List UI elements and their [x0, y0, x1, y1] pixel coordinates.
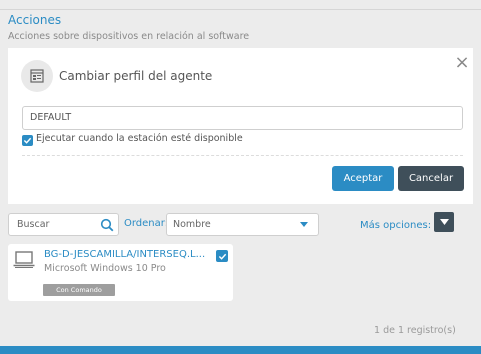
- search-icon[interactable]: [100, 218, 114, 232]
- more-options-button[interactable]: [434, 212, 454, 232]
- caret-down-icon: [439, 219, 449, 225]
- accept-button[interactable]: Aceptar: [332, 166, 394, 191]
- more-options-label: Más opciones:: [360, 220, 432, 231]
- run-when-available-checkbox[interactable]: [22, 135, 33, 146]
- device-card[interactable]: BG-D-JESCAMILLA/INTERSEQ.L... Microsoft …: [8, 244, 233, 301]
- section-subtitle: Acciones sobre dispositivos en relación …: [8, 31, 250, 42]
- close-icon[interactable]: ×: [453, 54, 471, 72]
- dialog-title: Cambiar perfil del agente: [59, 69, 213, 83]
- top-divider: [0, 9, 481, 10]
- chevron-down-icon[interactable]: [300, 222, 308, 227]
- agent-profile-icon: [21, 60, 53, 92]
- order-label: Ordenar:: [124, 218, 169, 229]
- change-profile-panel: Cambiar perfil del agente × DEFAULT Ejec…: [8, 48, 473, 204]
- device-name-link[interactable]: BG-D-JESCAMILLA/INTERSEQ.L...: [44, 249, 212, 260]
- status-badge: Con Comando: [43, 284, 115, 296]
- dialog-divider: [22, 155, 463, 156]
- bottom-accent-bar: [0, 346, 481, 354]
- device-select-checkbox[interactable]: [216, 250, 228, 262]
- device-os: Microsoft Windows 10 Pro: [44, 263, 166, 274]
- cancel-button[interactable]: Cancelar: [398, 166, 464, 191]
- agent-profile-input[interactable]: DEFAULT: [22, 106, 463, 130]
- order-select[interactable]: Nombre: [166, 213, 319, 236]
- run-when-available-label: Ejecutar cuando la estación esté disponi…: [36, 133, 243, 144]
- laptop-icon: [13, 251, 35, 268]
- record-count: 1 de 1 registro(s): [374, 325, 456, 336]
- section-title: Acciones: [8, 13, 62, 27]
